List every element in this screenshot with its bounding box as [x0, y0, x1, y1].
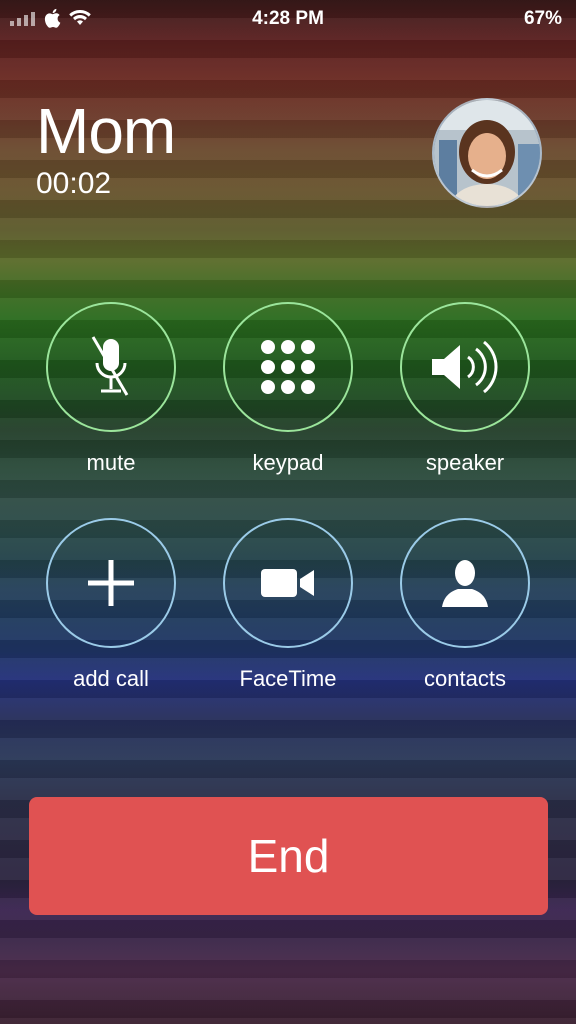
add-call-label: add call	[73, 666, 149, 691]
speaker-label: speaker	[425, 450, 505, 475]
speaker-circle[interactable]	[400, 302, 530, 432]
battery-percentage: 67%	[523, 8, 562, 29]
mute-button[interactable]: mute	[44, 302, 178, 476]
plus-icon	[88, 560, 134, 606]
facetime-label: FaceTime	[239, 666, 337, 691]
speaker-icon	[432, 340, 498, 394]
caller-name: Mom	[36, 95, 176, 167]
contact-avatar	[432, 98, 542, 208]
end-call-button[interactable]: End	[29, 797, 548, 915]
contacts-circle[interactable]	[400, 518, 530, 648]
speaker-button[interactable]: speaker	[398, 302, 532, 476]
facetime-circle[interactable]	[223, 518, 353, 648]
contact-person-icon	[442, 560, 488, 607]
mute-label: mute	[86, 450, 136, 475]
call-duration: 00:02	[36, 167, 112, 200]
status-time: 4:28 PM	[252, 8, 324, 29]
end-call-label: End	[247, 830, 330, 882]
status-bar: 4:28 PM 67%	[0, 0, 576, 40]
facetime-button[interactable]: FaceTime	[221, 518, 355, 692]
add-call-circle[interactable]	[46, 518, 176, 648]
keypad-label: keypad	[252, 450, 324, 475]
contact-photo-icon	[434, 100, 540, 206]
keypad-icon	[261, 340, 315, 394]
keypad-button[interactable]: keypad	[221, 302, 355, 476]
microphone-muted-icon	[91, 336, 129, 396]
keypad-circle[interactable]	[223, 302, 353, 432]
mute-circle[interactable]	[46, 302, 176, 432]
contacts-label: contacts	[424, 666, 506, 691]
video-camera-icon	[261, 569, 314, 597]
contacts-button[interactable]: contacts	[398, 518, 532, 692]
add-call-button[interactable]: add call	[44, 518, 178, 692]
